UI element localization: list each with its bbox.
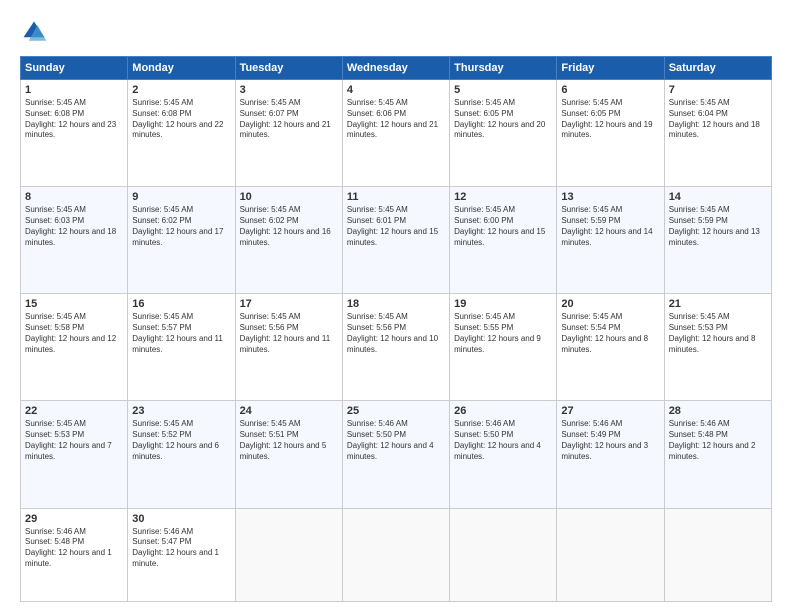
day-13: 13Sunrise: 5:45 AMSunset: 5:59 PMDayligh… <box>557 187 664 294</box>
header <box>20 18 772 46</box>
day-12: 12Sunrise: 5:45 AMSunset: 6:00 PMDayligh… <box>450 187 557 294</box>
day-17: 17Sunrise: 5:45 AMSunset: 5:56 PMDayligh… <box>235 294 342 401</box>
day-8: 8Sunrise: 5:45 AMSunset: 6:03 PMDaylight… <box>21 187 128 294</box>
day-16: 16Sunrise: 5:45 AMSunset: 5:57 PMDayligh… <box>128 294 235 401</box>
weekday-header-monday: Monday <box>128 57 235 80</box>
empty-cell <box>557 508 664 601</box>
day-19: 19Sunrise: 5:45 AMSunset: 5:55 PMDayligh… <box>450 294 557 401</box>
day-10: 10Sunrise: 5:45 AMSunset: 6:02 PMDayligh… <box>235 187 342 294</box>
day-22: 22Sunrise: 5:45 AMSunset: 5:53 PMDayligh… <box>21 401 128 508</box>
weekday-header-sunday: Sunday <box>21 57 128 80</box>
day-28: 28Sunrise: 5:46 AMSunset: 5:48 PMDayligh… <box>664 401 771 508</box>
day-27: 27Sunrise: 5:46 AMSunset: 5:49 PMDayligh… <box>557 401 664 508</box>
day-26: 26Sunrise: 5:46 AMSunset: 5:50 PMDayligh… <box>450 401 557 508</box>
calendar-week-3: 15Sunrise: 5:45 AMSunset: 5:58 PMDayligh… <box>21 294 772 401</box>
calendar-week-2: 8Sunrise: 5:45 AMSunset: 6:03 PMDaylight… <box>21 187 772 294</box>
day-23: 23Sunrise: 5:45 AMSunset: 5:52 PMDayligh… <box>128 401 235 508</box>
empty-cell <box>342 508 449 601</box>
day-29: 29Sunrise: 5:46 AMSunset: 5:48 PMDayligh… <box>21 508 128 601</box>
weekday-header-thursday: Thursday <box>450 57 557 80</box>
day-24: 24Sunrise: 5:45 AMSunset: 5:51 PMDayligh… <box>235 401 342 508</box>
day-25: 25Sunrise: 5:46 AMSunset: 5:50 PMDayligh… <box>342 401 449 508</box>
weekday-header-saturday: Saturday <box>664 57 771 80</box>
day-18: 18Sunrise: 5:45 AMSunset: 5:56 PMDayligh… <box>342 294 449 401</box>
calendar-week-5: 29Sunrise: 5:46 AMSunset: 5:48 PMDayligh… <box>21 508 772 601</box>
day-2: 2Sunrise: 5:45 AMSunset: 6:08 PMDaylight… <box>128 80 235 187</box>
day-1: 1Sunrise: 5:45 AMSunset: 6:08 PMDaylight… <box>21 80 128 187</box>
day-15: 15Sunrise: 5:45 AMSunset: 5:58 PMDayligh… <box>21 294 128 401</box>
weekday-header-row: SundayMondayTuesdayWednesdayThursdayFrid… <box>21 57 772 80</box>
day-3: 3Sunrise: 5:45 AMSunset: 6:07 PMDaylight… <box>235 80 342 187</box>
page: SundayMondayTuesdayWednesdayThursdayFrid… <box>0 0 792 612</box>
day-11: 11Sunrise: 5:45 AMSunset: 6:01 PMDayligh… <box>342 187 449 294</box>
weekday-header-wednesday: Wednesday <box>342 57 449 80</box>
day-9: 9Sunrise: 5:45 AMSunset: 6:02 PMDaylight… <box>128 187 235 294</box>
calendar-week-4: 22Sunrise: 5:45 AMSunset: 5:53 PMDayligh… <box>21 401 772 508</box>
empty-cell <box>235 508 342 601</box>
day-14: 14Sunrise: 5:45 AMSunset: 5:59 PMDayligh… <box>664 187 771 294</box>
calendar-week-1: 1Sunrise: 5:45 AMSunset: 6:08 PMDaylight… <box>21 80 772 187</box>
calendar: SundayMondayTuesdayWednesdayThursdayFrid… <box>20 56 772 602</box>
day-20: 20Sunrise: 5:45 AMSunset: 5:54 PMDayligh… <box>557 294 664 401</box>
day-7: 7Sunrise: 5:45 AMSunset: 6:04 PMDaylight… <box>664 80 771 187</box>
day-5: 5Sunrise: 5:45 AMSunset: 6:05 PMDaylight… <box>450 80 557 187</box>
day-6: 6Sunrise: 5:45 AMSunset: 6:05 PMDaylight… <box>557 80 664 187</box>
day-4: 4Sunrise: 5:45 AMSunset: 6:06 PMDaylight… <box>342 80 449 187</box>
logo-icon <box>20 18 48 46</box>
day-30: 30Sunrise: 5:46 AMSunset: 5:47 PMDayligh… <box>128 508 235 601</box>
empty-cell <box>664 508 771 601</box>
empty-cell <box>450 508 557 601</box>
weekday-header-tuesday: Tuesday <box>235 57 342 80</box>
logo <box>20 18 52 46</box>
weekday-header-friday: Friday <box>557 57 664 80</box>
day-21: 21Sunrise: 5:45 AMSunset: 5:53 PMDayligh… <box>664 294 771 401</box>
